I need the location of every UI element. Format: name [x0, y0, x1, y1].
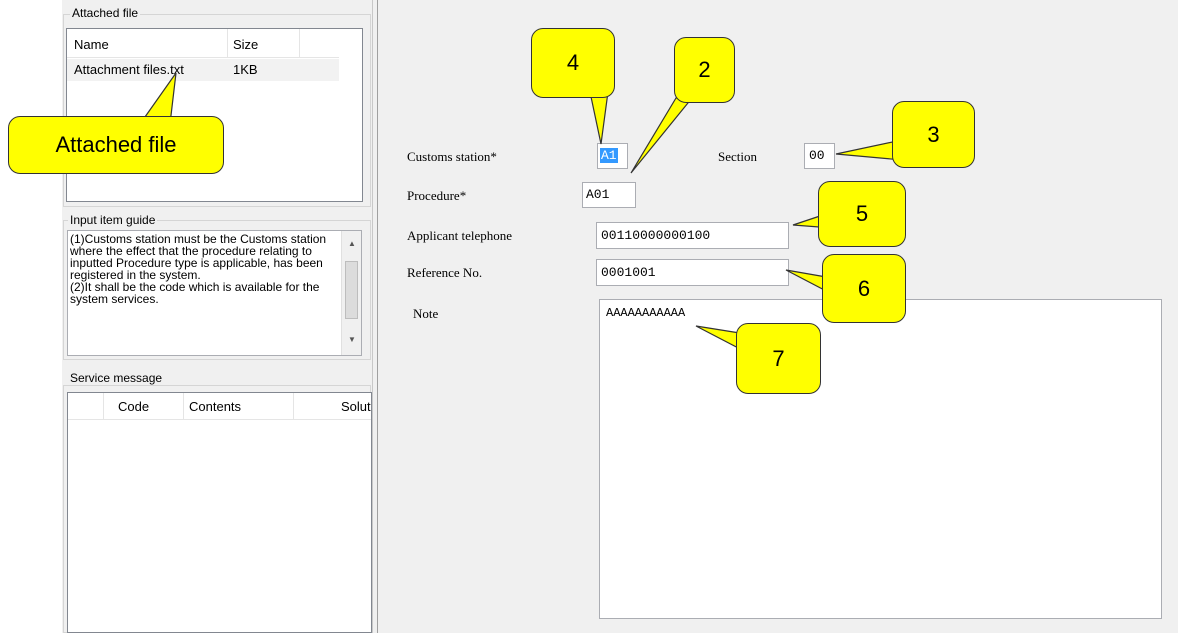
callout-attached-file: Attached file — [8, 116, 224, 174]
callout-3: 3 — [892, 101, 975, 168]
callout-6: 6 — [822, 254, 906, 323]
callout-pointer-2 — [630, 97, 694, 174]
callout-7: 7 — [736, 323, 821, 394]
callout-pointer-4 — [589, 91, 609, 145]
callout-2: 2 — [674, 37, 735, 103]
callout-4: 4 — [531, 28, 615, 98]
callout-5: 5 — [818, 181, 906, 247]
